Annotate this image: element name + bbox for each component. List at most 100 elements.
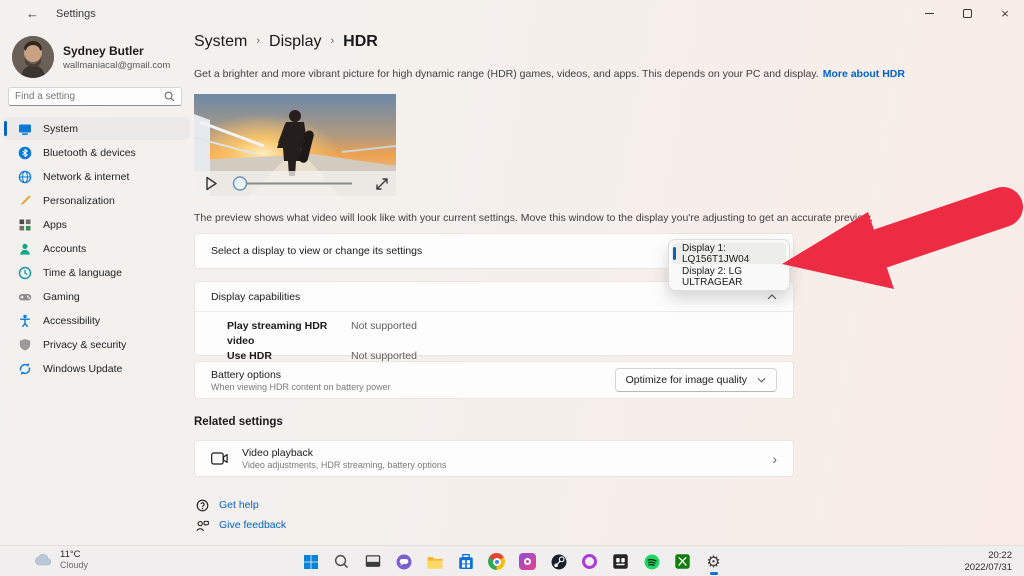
video-playback-text: Video playback Video adjustments, HDR st… [242,447,446,470]
sidebar-nav: System Bluetooth & devices Network & int… [4,117,190,381]
display-capabilities-body: Play streaming HDR video Not supported U… [195,312,793,364]
photos-icon [519,553,536,570]
video-playback-title: Video playback [242,447,446,459]
breadcrumb-display[interactable]: Display [269,33,321,51]
app-icon-xbox[interactable] [671,550,695,574]
minimize-icon [925,13,934,14]
sidebar-item-accessibility[interactable]: Accessibility [4,309,190,332]
app-icon-chrome[interactable] [485,550,509,574]
sidebar-item-label: Bluetooth & devices [43,147,136,159]
app-icon-monitor[interactable] [361,550,385,574]
app-icon-photos[interactable] [516,550,540,574]
start-button[interactable] [299,550,323,574]
sidebar-item-system[interactable]: System [4,117,190,140]
battery-options-subtitle: When viewing HDR content on battery powe… [211,382,391,392]
sidebar-item-label: Accounts [43,243,86,255]
more-about-hdr-link[interactable]: More about HDR [823,68,905,80]
account-profile[interactable]: Sydney Butler wallmaniacal@gmail.com [12,36,170,78]
display-capabilities-title: Display capabilities [211,291,300,303]
search-box[interactable] [8,87,182,106]
sidebar-item-network-internet[interactable]: Network & internet [4,165,190,188]
sidebar-item-label: Accessibility [43,315,100,327]
search-input[interactable] [15,91,164,102]
hdr-video-preview[interactable] [194,94,396,196]
globe-icon [18,170,32,184]
window-controls: × [910,0,1024,26]
close-button[interactable]: × [986,0,1024,26]
battery-option-value: Optimize for image quality [626,374,747,386]
maximize-icon [963,9,972,18]
system-icon [18,122,32,136]
taskbar-search-button[interactable] [330,550,354,574]
video-playback-card[interactable]: Video playback Video adjustments, HDR st… [194,440,794,477]
get-help-icon [196,499,209,512]
sidebar-item-privacy-security[interactable]: Privacy & security [4,333,190,356]
taskbar-app-icons: ⚙ [0,546,1024,576]
sidebar-item-label: Network & internet [43,171,129,183]
window-title: Settings [56,8,96,20]
red-annotation-arrow [770,186,1024,300]
give-feedback-label: Give feedback [219,519,286,531]
brush-icon [18,194,32,208]
dropdown-option-display-2[interactable]: Display 2: LG ULTRAGEAR [672,266,786,287]
capability-name: Play streaming HDR video [227,319,351,349]
breadcrumb-system[interactable]: System [194,33,247,51]
sidebar-item-gaming[interactable]: Gaming [4,285,190,308]
sidebar-item-apps[interactable]: Apps [4,213,190,236]
chrome-icon [488,553,505,570]
page-title: HDR [343,33,378,51]
app-icon-settings[interactable]: ⚙ [702,550,726,574]
battery-options-text: Battery options When viewing HDR content… [211,369,391,392]
app-icon-steam[interactable] [547,550,571,574]
display-dropdown-menu: Display 1: LQ156T1JW04 Display 2: LG ULT… [668,239,790,291]
chevron-right-icon: › [772,451,777,467]
sidebar-item-personalization[interactable]: Personalization [4,189,190,212]
app-icon-opera[interactable] [578,550,602,574]
give-feedback-icon [196,519,209,532]
sidebar-item-label: Privacy & security [43,339,126,351]
app-icon-store[interactable] [454,550,478,574]
maximize-button[interactable] [948,0,986,26]
xbox-icon [674,553,691,570]
sidebar-item-label: Time & language [43,267,122,279]
minimize-button[interactable] [910,0,948,26]
clock-date: 2022/07/31 [964,562,1012,573]
select-display-label: Select a display to view or change its s… [211,245,422,257]
steam-icon [550,553,568,571]
sidebar-item-bluetooth-devices[interactable]: Bluetooth & devices [4,141,190,164]
breadcrumb-separator: › [330,35,334,47]
sidebar: Sydney Butler wallmaniacal@gmail.com Sys… [0,28,194,545]
hdr-description-text: Get a brighter and more vibrant picture … [194,68,819,80]
app-icon-file-explorer[interactable] [423,550,447,574]
person-icon [18,242,32,256]
battery-options-card: Battery options When viewing HDR content… [194,361,794,399]
give-feedback-link[interactable]: Give feedback [196,515,286,535]
sidebar-item-time-language[interactable]: Time & language [4,261,190,284]
clock-icon [18,266,32,280]
sidebar-item-label: System [43,123,78,135]
app-icon-gog[interactable] [609,550,633,574]
search-icon [164,91,175,102]
dropdown-option-label: Display 2: LG ULTRAGEAR [682,266,786,288]
gamepad-icon [18,290,32,304]
spotify-icon [643,553,661,571]
profile-name: Sydney Butler [63,44,170,58]
battery-options-title: Battery options [211,369,391,381]
get-help-label: Get help [219,499,259,511]
folder-icon [426,554,444,570]
sidebar-item-windows-update[interactable]: Windows Update [4,357,190,380]
app-icon-spotify[interactable] [640,550,664,574]
sidebar-item-label: Gaming [43,291,80,303]
help-links: Get help Give feedback [196,495,286,535]
app-icon-chat[interactable] [392,550,416,574]
taskbar-clock[interactable]: 20:22 2022/07/31 [964,550,1012,573]
breadcrumb: System › Display › HDR [194,33,378,51]
battery-option-dropdown[interactable]: Optimize for image quality [615,368,777,392]
sidebar-item-label: Apps [43,219,67,231]
sidebar-item-accounts[interactable]: Accounts [4,237,190,260]
update-arrows-icon [18,362,32,376]
back-button[interactable]: ← [26,6,39,21]
dropdown-option-display-1[interactable]: Display 1: LQ156T1JW04 [672,243,786,264]
clock-time: 20:22 [964,550,1012,561]
get-help-link[interactable]: Get help [196,495,286,515]
